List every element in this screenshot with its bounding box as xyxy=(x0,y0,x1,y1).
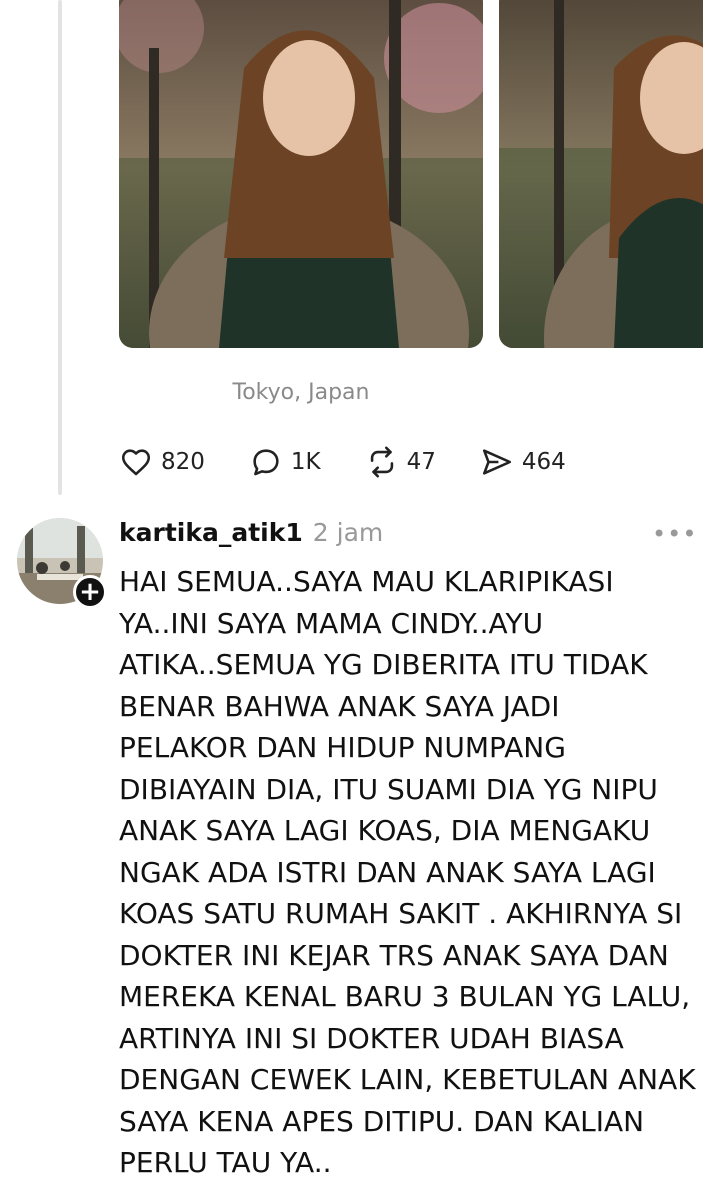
repost-count: 47 xyxy=(406,449,436,475)
like-count: 820 xyxy=(161,449,205,475)
reply-button[interactable]: 1K xyxy=(249,445,321,479)
repost-icon xyxy=(370,446,393,478)
like-button[interactable]: 820 xyxy=(119,445,205,479)
post-photo-2[interactable] xyxy=(499,0,703,348)
timestamp: 2 jam xyxy=(312,518,384,547)
thread-line xyxy=(58,0,62,495)
reply-text: HAI SEMUA..SAYA MAU KLARIPIKASI YA..INI … xyxy=(119,565,696,1179)
share-count: 464 xyxy=(521,449,566,475)
reply-count: 1K xyxy=(290,449,321,475)
username-link[interactable]: kartika_atik1 xyxy=(119,518,303,547)
share-button[interactable]: 464 xyxy=(480,445,566,479)
follow-button[interactable]: + xyxy=(73,575,107,609)
share-icon xyxy=(482,449,511,475)
post-photo-1[interactable] xyxy=(119,0,483,348)
post-location[interactable]: Tokyo, Japan xyxy=(119,380,483,405)
reply-header: kartika_atik1 2 jam xyxy=(119,518,383,547)
repost-button[interactable]: 47 xyxy=(365,445,436,479)
heart-icon xyxy=(121,449,151,476)
more-options-icon[interactable]: ••• xyxy=(652,520,697,548)
reply-icon xyxy=(253,449,279,476)
post-actions: 820 1K 47 464 xyxy=(119,440,610,484)
